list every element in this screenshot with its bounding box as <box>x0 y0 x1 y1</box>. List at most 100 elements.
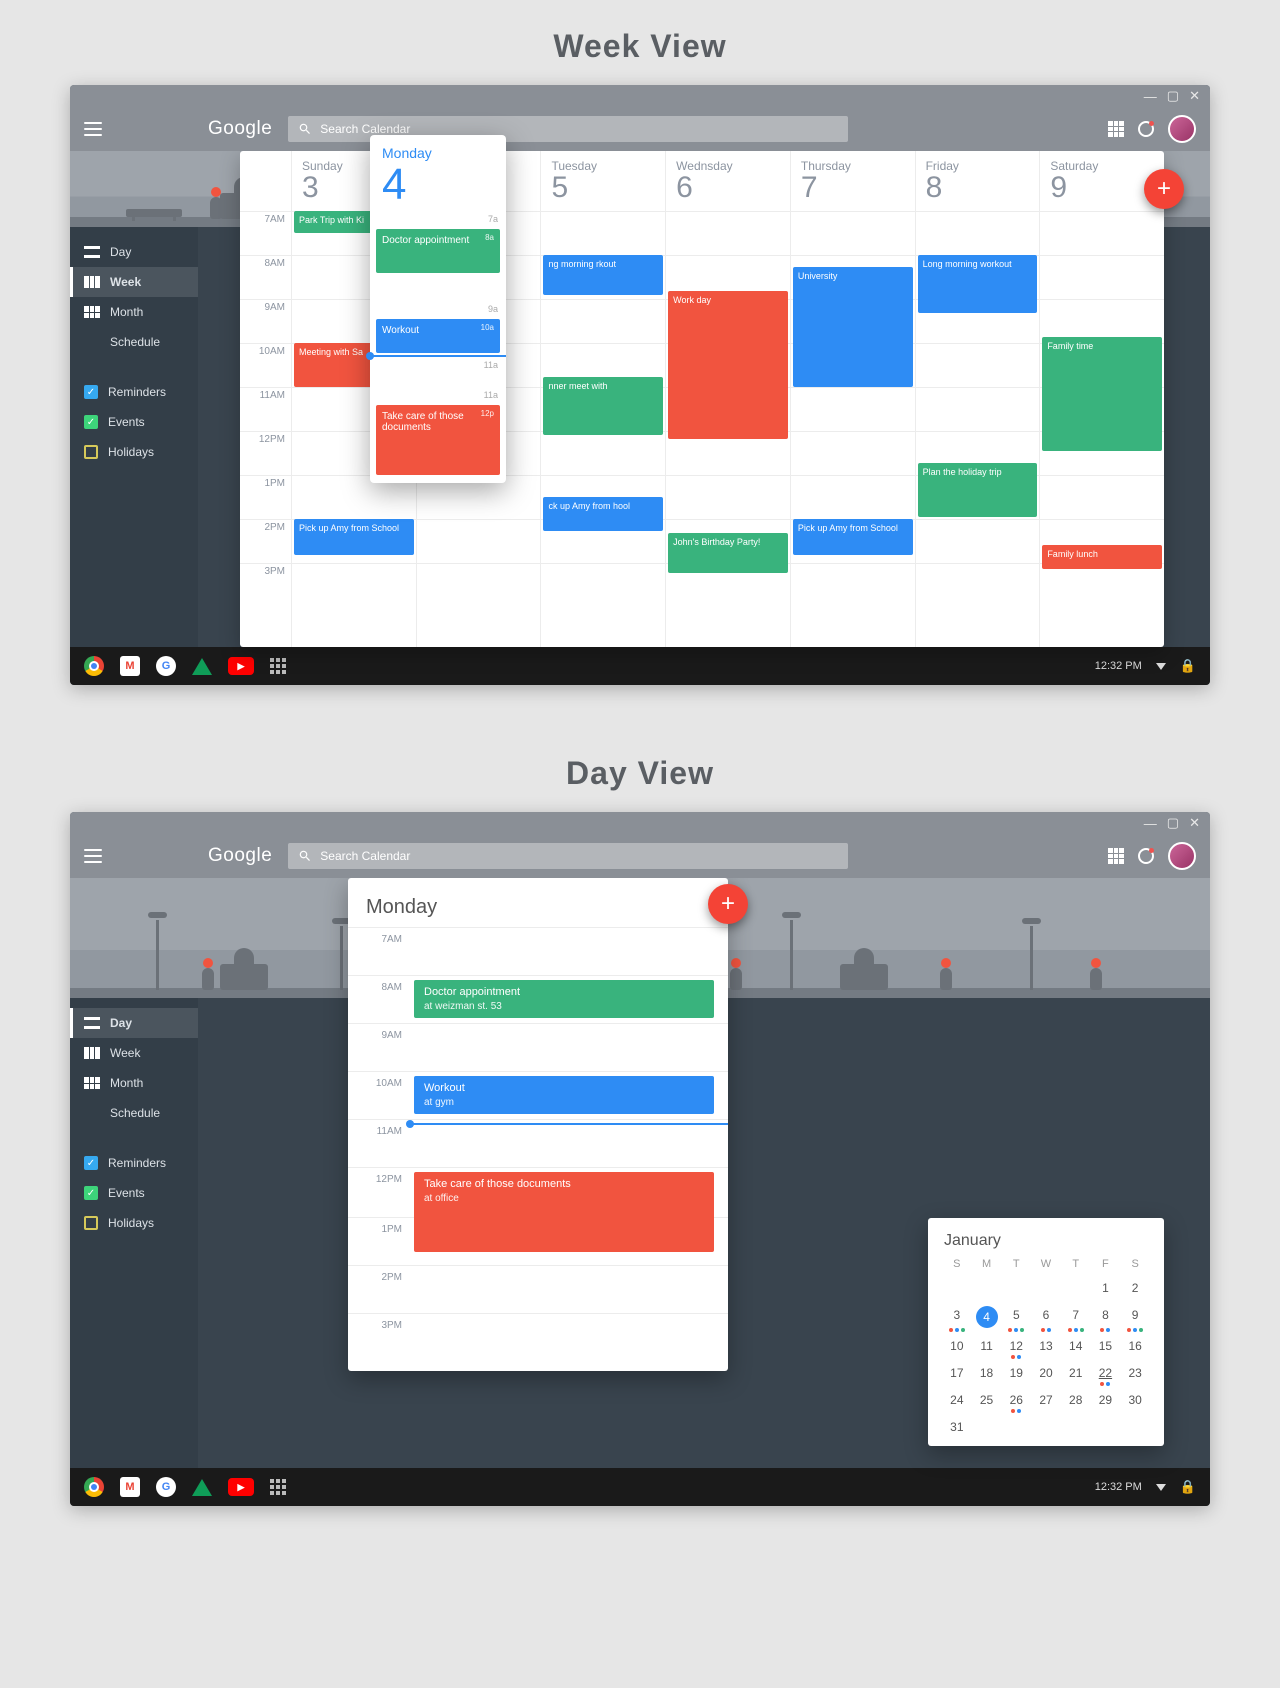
day-row[interactable]: 7AM <box>348 927 728 975</box>
mini-calendar-day[interactable]: 4 <box>972 1306 1002 1328</box>
event-block[interactable]: Pick up Amy from School <box>294 519 414 555</box>
sidebar-filter-holidays[interactable]: Holidays <box>70 437 198 467</box>
mini-calendar-day[interactable]: 5 <box>1001 1306 1031 1328</box>
event-block[interactable]: Doctor appointment8a <box>376 229 500 273</box>
mini-calendar-day[interactable]: 28 <box>1061 1391 1091 1409</box>
apps-icon[interactable] <box>1108 121 1124 137</box>
mini-calendar-day[interactable]: 30 <box>1120 1391 1150 1409</box>
sidebar-item-week[interactable]: Week <box>70 267 198 297</box>
event-block[interactable]: Family lunch <box>1042 545 1162 569</box>
sidebar-item-week[interactable]: Week <box>70 1038 198 1068</box>
mini-calendar-day[interactable]: 8 <box>1091 1306 1121 1328</box>
mini-calendar-day[interactable]: 20 <box>1031 1364 1061 1382</box>
mini-calendar-day[interactable]: 27 <box>1031 1391 1061 1409</box>
sidebar-item-schedule[interactable]: Schedule <box>70 327 198 357</box>
add-event-button[interactable]: + <box>1144 169 1184 209</box>
mini-calendar-day[interactable]: 1 <box>1091 1279 1121 1297</box>
chrome-icon[interactable] <box>84 1477 104 1497</box>
sidebar-filter-reminders[interactable]: ✓Reminders <box>70 377 198 407</box>
selected-day-card[interactable]: Monday 4 7aDoctor appointment8a9aWorkout… <box>370 135 506 483</box>
apps-launcher-icon[interactable] <box>270 658 286 674</box>
day-row[interactable]: 9AM <box>348 1023 728 1071</box>
event-block[interactable]: Long morning workout <box>918 255 1038 313</box>
sidebar-item-day[interactable]: Day <box>70 237 198 267</box>
lock-icon[interactable]: 🔒 <box>1180 658 1196 674</box>
day-column-wednsday[interactable]: Wednsday6Work dayJohn's Birthday Party! <box>666 151 791 647</box>
day-row[interactable]: 3PM <box>348 1313 728 1361</box>
drive-icon[interactable] <box>192 1479 212 1496</box>
mini-calendar-day[interactable]: 7 <box>1061 1306 1091 1328</box>
day-row[interactable]: 2PM <box>348 1265 728 1313</box>
mini-calendar-day[interactable]: 18 <box>972 1364 1002 1382</box>
day-column-saturday[interactable]: Saturday9Family timeFamily lunch <box>1040 151 1164 647</box>
window-maximize[interactable]: ▢ <box>1167 88 1179 104</box>
youtube-icon[interactable]: ▶ <box>228 1478 254 1496</box>
day-row[interactable]: 11AM <box>348 1119 728 1167</box>
day-column-friday[interactable]: Friday8Long morning workoutPlan the holi… <box>916 151 1041 647</box>
event-block[interactable]: Family time <box>1042 337 1162 451</box>
day-column-thursday[interactable]: Thursday7UniversityPick up Amy from Scho… <box>791 151 916 647</box>
mini-calendar-day[interactable]: 6 <box>1031 1306 1061 1328</box>
window-maximize[interactable]: ▢ <box>1167 815 1179 831</box>
drive-icon[interactable] <box>192 658 212 675</box>
event-block[interactable]: Plan the holiday trip <box>918 463 1038 517</box>
window-minimize[interactable]: — <box>1144 89 1157 104</box>
mini-calendar-day[interactable]: 10 <box>942 1337 972 1355</box>
mini-calendar-day[interactable]: 15 <box>1091 1337 1121 1355</box>
apps-icon[interactable] <box>1108 848 1124 864</box>
google-icon[interactable]: G <box>156 1477 176 1497</box>
mini-calendar-day[interactable]: 14 <box>1061 1337 1091 1355</box>
event-block[interactable]: Take care of those documents12p <box>376 405 500 475</box>
event-block[interactable]: Doctor appointmentat weizman st. 53 <box>414 980 714 1018</box>
mini-calendar-day[interactable]: 9 <box>1120 1306 1150 1328</box>
avatar[interactable] <box>1168 115 1196 143</box>
chrome-icon[interactable] <box>84 656 104 676</box>
mini-calendar[interactable]: January SMTWTFS1234567891011121314151617… <box>928 1218 1164 1446</box>
sidebar-item-month[interactable]: Month <box>70 1068 198 1098</box>
notifications-icon[interactable] <box>1138 121 1154 137</box>
event-block[interactable]: Work day <box>668 291 788 439</box>
window-close[interactable]: ✕ <box>1189 815 1200 831</box>
mini-calendar-day[interactable]: 24 <box>942 1391 972 1409</box>
tray-expand-icon[interactable] <box>1156 663 1166 670</box>
mini-calendar-day[interactable]: 25 <box>972 1391 1002 1409</box>
mini-calendar-day[interactable]: 29 <box>1091 1391 1121 1409</box>
gmail-icon[interactable]: M <box>120 1477 140 1497</box>
mini-calendar-day[interactable]: 22 <box>1091 1364 1121 1382</box>
youtube-icon[interactable]: ▶ <box>228 657 254 675</box>
day-row[interactable]: 8AMDoctor appointmentat weizman st. 53 <box>348 975 728 1023</box>
event-block[interactable]: ck up Amy from hool <box>543 497 663 531</box>
day-column-tuesday[interactable]: Tuesday5ng morning rkoutnner meet withck… <box>541 151 666 647</box>
mini-calendar-day[interactable]: 13 <box>1031 1337 1061 1355</box>
window-close[interactable]: ✕ <box>1189 88 1200 104</box>
event-block[interactable]: ng morning rkout <box>543 255 663 295</box>
mini-calendar-day[interactable]: 31 <box>942 1418 972 1436</box>
event-block[interactable]: John's Birthday Party! <box>668 533 788 573</box>
notifications-icon[interactable] <box>1138 848 1154 864</box>
mini-calendar-day[interactable]: 19 <box>1001 1364 1031 1382</box>
search-input[interactable]: Search Calendar <box>288 843 848 869</box>
sidebar-filter-holidays[interactable]: Holidays <box>70 1208 198 1238</box>
mini-calendar-day[interactable]: 26 <box>1001 1391 1031 1409</box>
gmail-icon[interactable]: M <box>120 656 140 676</box>
sidebar-filter-events[interactable]: ✓Events <box>70 1178 198 1208</box>
mini-calendar-day[interactable]: 23 <box>1120 1364 1150 1382</box>
event-block[interactable]: Workout10a <box>376 319 500 353</box>
event-block[interactable]: University <box>793 267 913 387</box>
day-row[interactable]: 12PMTake care of those documentsat offic… <box>348 1167 728 1217</box>
menu-icon[interactable] <box>84 849 102 863</box>
mini-calendar-day[interactable]: 2 <box>1120 1279 1150 1297</box>
day-row[interactable]: 1PM <box>348 1217 728 1265</box>
lock-icon[interactable]: 🔒 <box>1180 1479 1196 1495</box>
window-minimize[interactable]: — <box>1144 816 1157 831</box>
day-row[interactable]: 10AMWorkoutat gym <box>348 1071 728 1119</box>
mini-calendar-day[interactable]: 12 <box>1001 1337 1031 1355</box>
event-block[interactable]: Workoutat gym <box>414 1076 714 1114</box>
mini-calendar-day[interactable]: 3 <box>942 1306 972 1328</box>
mini-calendar-day[interactable]: 16 <box>1120 1337 1150 1355</box>
avatar[interactable] <box>1168 842 1196 870</box>
sidebar-filter-reminders[interactable]: ✓Reminders <box>70 1148 198 1178</box>
add-event-button[interactable]: + <box>708 884 748 924</box>
event-block[interactable]: nner meet with <box>543 377 663 435</box>
sidebar-item-day[interactable]: Day <box>70 1008 198 1038</box>
